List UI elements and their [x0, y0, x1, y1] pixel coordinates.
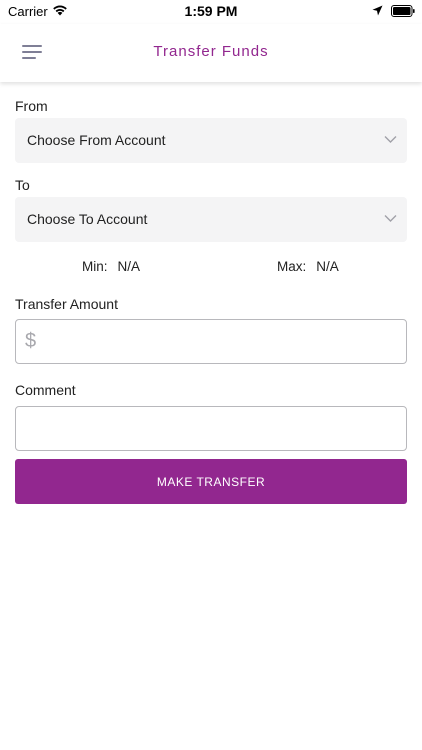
from-account-select-text: Choose From Account: [27, 132, 166, 148]
transfer-amount-field: $: [15, 319, 407, 364]
min-value: N/A: [117, 259, 141, 274]
transfer-amount-input[interactable]: [46, 328, 396, 356]
to-account-select-text: Choose To Account: [27, 211, 148, 227]
max-label: Max:: [277, 259, 307, 274]
max-value: N/A: [316, 259, 339, 274]
battery-icon: [391, 5, 415, 17]
comment-field: [15, 406, 407, 451]
status-bar: Carrier 1:59 PM: [0, 0, 422, 24]
from-account-select[interactable]: Choose From Account: [15, 118, 407, 163]
transfer-funds-screen: Carrier 1:59 PM Transfer Funds From Choo…: [0, 0, 422, 750]
comment-input[interactable]: [26, 415, 396, 443]
to-account-select[interactable]: Choose To Account: [15, 197, 407, 242]
min-label: Min:: [82, 259, 108, 274]
transfer-amount-label: Transfer Amount: [15, 296, 118, 312]
to-label: To: [15, 177, 30, 193]
location-arrow-icon: [372, 5, 383, 16]
max-limit: Max: N/A: [277, 259, 339, 274]
nav-header: Transfer Funds: [0, 24, 422, 82]
page-title: Transfer Funds: [153, 43, 269, 60]
chevron-down-icon: [384, 215, 397, 222]
dollar-sign-icon: $: [25, 330, 37, 352]
make-transfer-button[interactable]: MAKE TRANSFER: [15, 459, 407, 504]
chevron-down-icon: [384, 136, 397, 143]
comment-label: Comment: [15, 382, 76, 398]
status-time: 1:59 PM: [184, 3, 238, 19]
min-limit: Min: N/A: [82, 259, 140, 274]
from-label: From: [15, 98, 48, 114]
